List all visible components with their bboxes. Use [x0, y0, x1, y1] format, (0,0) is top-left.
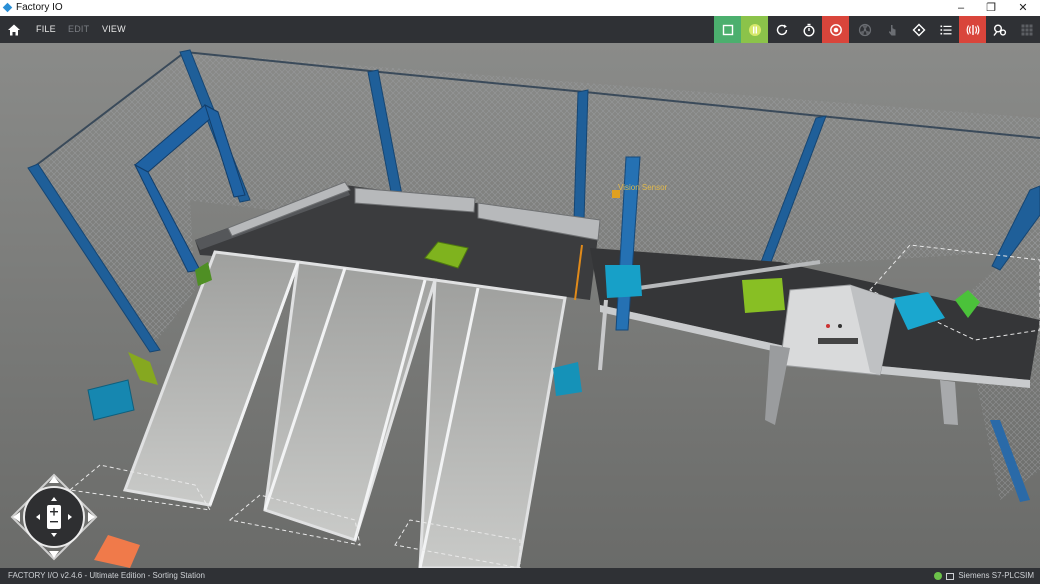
- radiation-button[interactable]: [851, 16, 878, 43]
- minimize-button[interactable]: –: [946, 0, 976, 16]
- touch-icon: [888, 24, 895, 35]
- timer-button[interactable]: [795, 16, 822, 43]
- driver-status[interactable]: Siemens S7-PLCSIM: [934, 568, 1034, 584]
- main-toolbar: FILE EDIT VIEW: [0, 16, 1040, 43]
- zoom-out-icon[interactable]: [50, 521, 58, 523]
- emergency-stop-button[interactable]: [822, 16, 849, 43]
- pause-button[interactable]: [741, 16, 768, 43]
- diamond-button[interactable]: [905, 16, 932, 43]
- camera-navigation-pad[interactable]: [10, 473, 98, 561]
- stop-icon: [722, 24, 733, 35]
- driver-name: Siemens S7-PLCSIM: [958, 571, 1034, 580]
- plc-icon: [946, 572, 955, 580]
- grid-button[interactable]: [1013, 16, 1040, 43]
- sensor-signal-icon: [966, 24, 979, 35]
- version-info: FACTORY I/O v2.4.6 - Ultimate Edition - …: [8, 571, 205, 580]
- grid-icon: [1021, 24, 1032, 35]
- restore-button[interactable]: ❐: [976, 0, 1006, 16]
- status-bar: FACTORY I/O v2.4.6 - Ultimate Edition - …: [0, 568, 1040, 584]
- window-title: Factory IO: [16, 2, 63, 13]
- factory-io-logo-icon: [2, 2, 13, 13]
- scene-viewport[interactable]: Vision Sensor: [0, 43, 1040, 568]
- emergency-icon: [829, 23, 842, 36]
- stop-button[interactable]: [714, 16, 741, 43]
- menu-view[interactable]: VIEW: [102, 16, 126, 43]
- list-icon: [940, 25, 951, 34]
- vision-sensor-label: Vision Sensor: [618, 183, 668, 192]
- sensor-signal-button[interactable]: [959, 16, 986, 43]
- touch-button[interactable]: [878, 16, 905, 43]
- home-icon: [7, 24, 20, 35]
- factory-scene[interactable]: [0, 43, 1040, 568]
- home-button[interactable]: [0, 16, 27, 43]
- pause-icon: [748, 23, 761, 36]
- list-button[interactable]: [932, 16, 959, 43]
- close-button[interactable]: ✕: [1008, 0, 1038, 16]
- reset-icon: [776, 24, 787, 35]
- timer-icon: [802, 23, 815, 37]
- menu-file[interactable]: FILE: [36, 16, 56, 43]
- connected-check-icon: [934, 572, 943, 580]
- reset-button[interactable]: [768, 16, 795, 43]
- connections-icon: [992, 24, 1006, 36]
- radiation-icon: [858, 23, 871, 36]
- connections-button[interactable]: [986, 16, 1013, 43]
- window-titlebar: Factory IO – ❐ ✕: [0, 0, 1040, 16]
- menu-edit[interactable]: EDIT: [68, 16, 89, 43]
- diamond-icon: [912, 23, 925, 36]
